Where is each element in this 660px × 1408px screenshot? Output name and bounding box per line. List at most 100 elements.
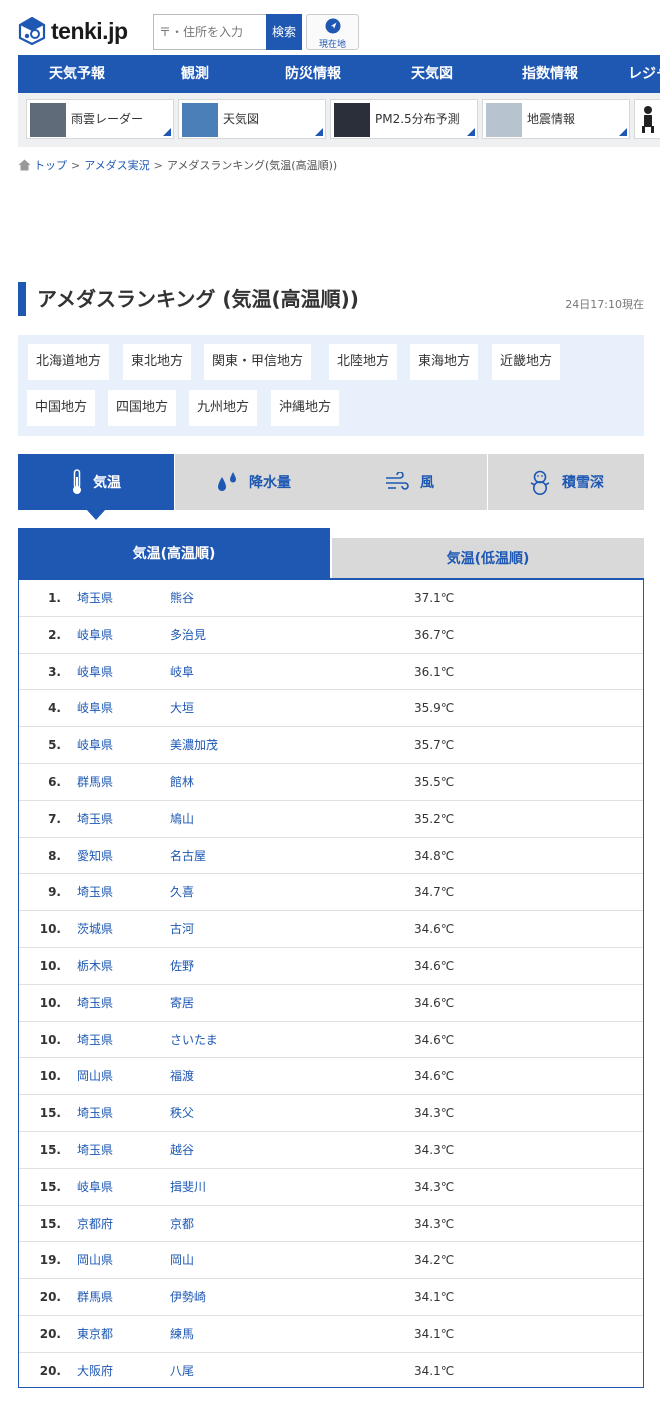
tenki-logo-icon [18,17,46,45]
station-link[interactable]: 越谷 [170,1132,194,1168]
station-link[interactable]: 美濃加茂 [170,727,218,763]
breadcrumb-top[interactable]: トップ [34,157,67,173]
region-hokuriku[interactable]: 北陸地方 [329,344,398,380]
temperature-value: 34.8℃ [414,848,455,863]
prefecture-link[interactable]: 岐阜県 [77,1169,113,1205]
station-link[interactable]: 名古屋 [170,838,206,874]
tab-temperature-label: 気温 [93,475,121,491]
rank-number: 15. [39,1106,61,1121]
temperature-value: 34.1℃ [414,1290,455,1305]
station-link[interactable]: 熊谷 [170,580,194,616]
temperature-value: 34.6℃ [414,922,455,937]
breadcrumb: トップ > アメダス実況 > アメダスランキング(気温(高温順)) [18,157,337,173]
station-link[interactable]: 八尾 [170,1353,194,1389]
prefecture-link[interactable]: 京都府 [77,1206,113,1242]
station-link[interactable]: 福渡 [170,1058,194,1094]
prefecture-link[interactable]: 埼玉県 [77,801,113,837]
station-link[interactable]: 鳩山 [170,801,194,837]
main-nav: 天気予報 観測 防災情報 天気図 指数情報 レジャー [18,55,660,93]
temperature-value: 37.1℃ [414,591,455,605]
nav-item-weather-map[interactable]: 天気図 [411,55,453,93]
prefecture-link[interactable]: 群馬県 [77,1279,113,1315]
station-link[interactable]: 久喜 [170,874,194,910]
station-link[interactable]: 佐野 [170,948,194,984]
table-row: 3. 岐阜県 岐阜 36.1℃ [19,654,643,691]
prefecture-link[interactable]: 埼玉県 [77,985,113,1021]
rank-number: 7. [48,811,61,826]
quick-link-earthquake[interactable]: 地震情報 [482,99,630,139]
prefecture-link[interactable]: 栃木県 [77,948,113,984]
region-kyushu[interactable]: 九州地方 [189,390,258,426]
region-kanto-koshin[interactable]: 関東・甲信地方 [204,344,312,380]
table-row: 20. 大阪府 八尾 34.1℃ [19,1353,643,1390]
search-button[interactable]: 検索 [266,14,302,50]
prefecture-link[interactable]: 岐阜県 [77,727,113,763]
region-tohoku[interactable]: 東北地方 [123,344,192,380]
rank-number: 10. [39,922,61,937]
radar-map-thumbnail [30,103,66,137]
nav-item-forecast[interactable]: 天気予報 [49,55,105,93]
current-location-button[interactable]: 現在地 [306,14,359,50]
quick-link-pm25[interactable]: PM2.5分布予測 [330,99,478,139]
tab-wind[interactable]: 風 [331,454,487,510]
prefecture-link[interactable]: 茨城県 [77,911,113,947]
prefecture-link[interactable]: 岡山県 [77,1058,113,1094]
prefecture-link[interactable]: 岐阜県 [77,654,113,690]
station-link[interactable]: さいたま [170,1022,218,1058]
prefecture-link[interactable]: 埼玉県 [77,1132,113,1168]
address-search-input[interactable]: 〒・住所を入力 [153,14,267,50]
prefecture-link[interactable]: 埼玉県 [77,580,113,616]
station-link[interactable]: 京都 [170,1206,194,1242]
temperature-value: 34.3℃ [414,1143,455,1157]
prefecture-link[interactable]: 愛知県 [77,838,113,874]
prefecture-link[interactable]: 岐阜県 [77,617,113,653]
station-link[interactable]: 伊勢崎 [170,1279,206,1315]
breadcrumb-amedas[interactable]: アメダス実況 [84,157,149,173]
prefecture-link[interactable]: 埼玉県 [77,1022,113,1058]
station-link[interactable]: 練馬 [170,1316,194,1352]
region-kinki[interactable]: 近畿地方 [492,344,561,380]
tab-precipitation[interactable]: 降水量 [175,454,331,510]
station-link[interactable]: 多治見 [170,617,206,653]
quick-link-rain-radar[interactable]: 雨雲レーダー [26,99,174,139]
station-link[interactable]: 岡山 [170,1242,194,1278]
rank-number: 15. [39,1143,61,1157]
prefecture-link[interactable]: 大阪府 [77,1353,113,1389]
station-link[interactable]: 大垣 [170,690,194,726]
temperature-value: 35.2℃ [414,811,455,826]
region-tokai[interactable]: 東海地方 [410,344,479,380]
region-chugoku[interactable]: 中国地方 [27,390,96,426]
nav-item-leisure[interactable]: レジャー [628,55,660,93]
prefecture-link[interactable]: 東京都 [77,1316,113,1352]
ranking-table: 1. 埼玉県 熊谷 37.1℃ 2. 岐阜県 多治見 36.7℃ 3. 岐阜県 岐阜 36.1℃ 4. 岐… [18,578,644,1388]
nav-item-observation[interactable]: 観測 [181,55,209,93]
station-link[interactable]: 揖斐川 [170,1169,206,1205]
rank-number: 3. [48,664,61,679]
station-link[interactable]: 館林 [170,764,194,800]
prefecture-link[interactable]: 埼玉県 [77,874,113,910]
nav-item-index[interactable]: 指数情報 [522,55,578,93]
tab-low-temperature[interactable]: 気温(低温順) [332,538,644,578]
rank-number: 10. [39,1069,61,1084]
region-shikoku[interactable]: 四国地方 [108,390,177,426]
prefecture-link[interactable]: 岡山県 [77,1242,113,1278]
quick-link-weather-map[interactable]: 天気図 [178,99,326,139]
table-row: 15. 岐阜県 揖斐川 34.3℃ [19,1169,643,1206]
tab-temperature[interactable]: 気温 [18,454,174,510]
prefecture-link[interactable]: 岐阜県 [77,690,113,726]
tab-high-temperature[interactable]: 気温(高温順) [18,528,330,578]
station-link[interactable]: 古河 [170,911,194,947]
prefecture-link[interactable]: 埼玉県 [77,1095,113,1131]
nav-item-disaster[interactable]: 防災情報 [285,55,341,93]
region-hokkaido[interactable]: 北海道地方 [28,344,110,380]
tab-snow-depth[interactable]: 積雪深 [488,454,644,510]
station-link[interactable]: 秩父 [170,1095,194,1131]
quick-link-more[interactable] [634,99,660,139]
station-link[interactable]: 寄居 [170,985,194,1021]
region-okinawa[interactable]: 沖縄地方 [271,390,340,426]
site-logo[interactable]: tenki.jp [18,17,128,45]
rank-number: 2. [48,627,61,642]
pm25-map-thumbnail [334,103,370,137]
prefecture-link[interactable]: 群馬県 [77,764,113,800]
station-link[interactable]: 岐阜 [170,654,194,690]
